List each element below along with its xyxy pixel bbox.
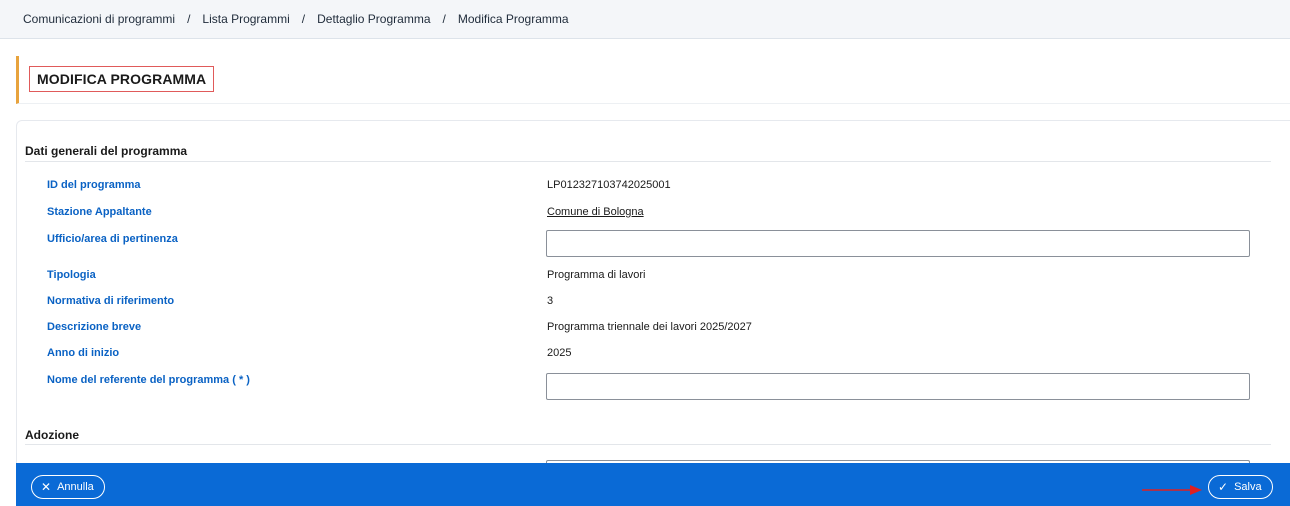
close-icon: ✕ — [41, 480, 52, 494]
breadcrumb-item-modifica-programma: Modifica Programma — [457, 12, 569, 26]
action-footer: ✕ Annulla ✓ Salva — [16, 463, 1290, 506]
label-stazione-appaltante: Stazione Appaltante — [47, 206, 152, 218]
breadcrumb: Comunicazioni di programmi / Lista Progr… — [0, 0, 1290, 39]
cancel-button-label: Annulla — [57, 481, 94, 493]
label-anno-inizio: Anno di inizio — [47, 347, 120, 359]
stazione-appaltante-link[interactable]: Comune di Bologna — [547, 206, 644, 218]
breadcrumb-separator: / — [301, 12, 306, 26]
value-anno-inizio: 2025 — [547, 347, 572, 359]
label-program-id: ID del programma — [47, 179, 141, 191]
page-title-box: MODIFICA PROGRAMMA — [29, 66, 215, 92]
save-button-label: Salva — [1234, 481, 1262, 493]
value-tipologia: Programma di lavori — [547, 269, 646, 281]
ufficio-area-input[interactable] — [546, 230, 1250, 257]
section-divider — [25, 161, 1271, 162]
label-ufficio-area: Ufficio/area di pertinenza — [47, 233, 178, 245]
page-header: MODIFICA PROGRAMMA — [16, 56, 1290, 104]
breadcrumb-item-dettaglio-programma[interactable]: Dettaglio Programma — [317, 12, 430, 26]
breadcrumb-item-comunicazioni[interactable]: Comunicazioni di programmi — [23, 12, 175, 26]
section-divider — [25, 444, 1271, 445]
value-descrizione-breve: Programma triennale dei lavori 2025/2027 — [547, 321, 752, 333]
label-nome-referente: Nome del referente del programma ( * ) — [47, 374, 250, 386]
program-form-card: Dati generali del programma ID del progr… — [16, 120, 1290, 506]
label-descrizione-breve: Descrizione breve — [47, 321, 142, 333]
nome-referente-input[interactable] — [546, 373, 1250, 400]
check-icon: ✓ — [1218, 480, 1229, 494]
section-title-general: Dati generali del programma — [25, 144, 188, 158]
label-normativa: Normativa di riferimento — [47, 295, 175, 307]
page-title: MODIFICA PROGRAMMA — [37, 71, 207, 87]
breadcrumb-separator: / — [442, 12, 446, 26]
breadcrumb-item-lista-programmi[interactable]: Lista Programmi — [202, 12, 289, 26]
breadcrumb-separator: / — [187, 12, 191, 26]
section-title-adozione: Adozione — [25, 428, 79, 442]
cancel-button[interactable]: ✕ Annulla — [31, 475, 105, 499]
value-program-id: LP012327103742025001 — [547, 179, 671, 191]
value-normativa: 3 — [547, 295, 554, 307]
save-button[interactable]: ✓ Salva — [1208, 475, 1273, 499]
label-tipologia: Tipologia — [47, 269, 96, 281]
annotation-arrow-icon — [1142, 485, 1202, 495]
